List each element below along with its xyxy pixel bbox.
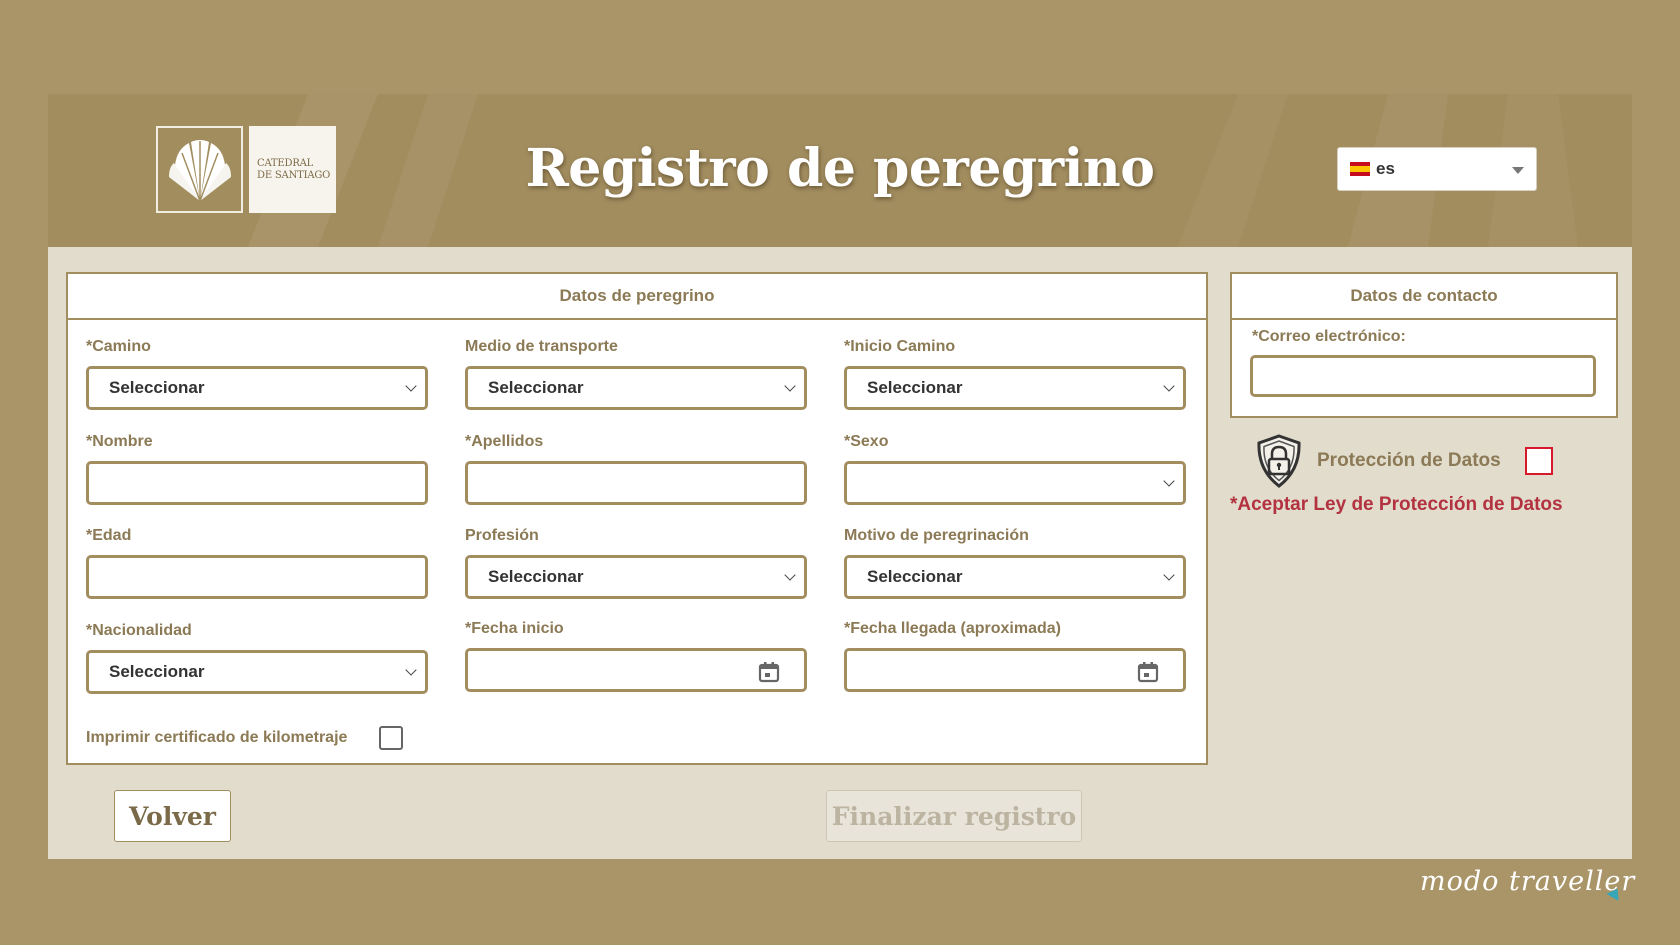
language-select[interactable]: es	[1337, 147, 1537, 191]
nacionalidad-label: *Nacionalidad	[86, 622, 192, 639]
transporte-select[interactable]: Seleccionar	[465, 366, 807, 410]
edad-field: *Edad	[86, 525, 428, 599]
apellidos-field: *Apellidos	[465, 431, 807, 505]
fecha-llegada-label: *Fecha llegada (aproximada)	[844, 620, 1061, 637]
calendar-icon[interactable]	[1137, 661, 1159, 683]
inicio-value: Seleccionar	[867, 378, 963, 397]
privacy-label: Protección de Datos	[1317, 450, 1501, 471]
privacy-consent: Protección de Datos	[1255, 434, 1553, 488]
sexo-label: *Sexo	[844, 433, 889, 450]
chevron-down-icon	[784, 380, 796, 392]
pilgrim-panel-heading: Datos de peregrino	[68, 274, 1206, 320]
nombre-input[interactable]	[86, 461, 428, 505]
nombre-label: *Nombre	[86, 433, 153, 450]
motivo-field: Motivo de peregrinación Seleccionar	[844, 525, 1186, 599]
chevron-down-icon	[784, 569, 796, 581]
edad-label: *Edad	[86, 527, 132, 544]
apellidos-input[interactable]	[465, 461, 807, 505]
fecha-llegada-input[interactable]	[844, 648, 1186, 692]
profesion-label: Profesión	[465, 527, 539, 544]
header: CATEDRAL DE SANTIAGO Registro de peregri…	[48, 94, 1632, 247]
contact-data-panel: Datos de contacto *Correo electrónico:	[1230, 272, 1618, 418]
pilgrim-data-panel: Datos de peregrino *Camino Seleccionar M…	[66, 272, 1208, 765]
email-label: *Correo electrónico:	[1252, 328, 1406, 345]
nacionalidad-value: Seleccionar	[109, 662, 205, 681]
privacy-warning: *Aceptar Ley de Protección de Datos	[1230, 494, 1563, 515]
edad-input[interactable]	[86, 555, 428, 599]
sexo-field: *Sexo	[844, 431, 1186, 505]
inicio-field: *Inicio Camino Seleccionar	[844, 336, 1186, 410]
caret-down-icon	[1512, 167, 1524, 174]
motivo-label: Motivo de peregrinación	[844, 527, 1029, 544]
chevron-down-icon	[1163, 569, 1175, 581]
registration-app: CATEDRAL DE SANTIAGO Registro de peregri…	[48, 94, 1632, 859]
spain-flag-icon	[1350, 162, 1370, 176]
transporte-field: Medio de transporte Seleccionar	[465, 336, 807, 410]
inicio-label: *Inicio Camino	[844, 338, 956, 355]
chevron-down-icon	[1163, 475, 1175, 487]
camino-label: *Camino	[86, 338, 151, 355]
nacionalidad-field: *Nacionalidad Seleccionar	[86, 620, 428, 694]
camino-select[interactable]: Seleccionar	[86, 366, 428, 410]
transporte-value: Seleccionar	[488, 378, 584, 397]
calendar-icon[interactable]	[758, 661, 780, 683]
apellidos-label: *Apellidos	[465, 433, 544, 450]
chevron-down-icon	[405, 380, 417, 392]
camino-value: Seleccionar	[109, 378, 205, 397]
nacionalidad-select[interactable]: Seleccionar	[86, 650, 428, 694]
contact-panel-heading: Datos de contacto	[1232, 274, 1616, 320]
fecha-inicio-input[interactable]	[465, 648, 807, 692]
profesion-value: Seleccionar	[488, 567, 584, 586]
motivo-select[interactable]: Seleccionar	[844, 555, 1186, 599]
certificate-option: Imprimir certificado de kilometraje	[86, 726, 404, 750]
back-button[interactable]: Volver	[114, 790, 231, 842]
sexo-select[interactable]	[844, 461, 1186, 505]
camino-field: *Camino Seleccionar	[86, 336, 428, 410]
language-value: es	[1376, 159, 1395, 178]
certificate-checkbox[interactable]	[379, 726, 404, 750]
fecha-llegada-field: *Fecha llegada (aproximada)	[844, 618, 1186, 692]
fecha-inicio-field: *Fecha inicio	[465, 618, 807, 692]
nombre-field: *Nombre	[86, 431, 428, 505]
fecha-inicio-label: *Fecha inicio	[465, 620, 564, 637]
inicio-select[interactable]: Seleccionar	[844, 366, 1186, 410]
certificate-label: Imprimir certificado de kilometraje	[86, 729, 348, 746]
finish-registration-button[interactable]: Finalizar registro	[826, 790, 1082, 842]
privacy-checkbox[interactable]	[1524, 447, 1553, 475]
email-field[interactable]	[1250, 355, 1596, 397]
watermark: modo traveller	[1420, 866, 1636, 897]
profesion-select[interactable]: Seleccionar	[465, 555, 807, 599]
lock-shield-icon	[1257, 434, 1301, 488]
transporte-label: Medio de transporte	[465, 338, 618, 355]
motivo-value: Seleccionar	[867, 567, 963, 586]
chevron-down-icon	[1163, 380, 1175, 392]
chevron-down-icon	[405, 664, 417, 676]
profesion-field: Profesión Seleccionar	[465, 525, 807, 599]
